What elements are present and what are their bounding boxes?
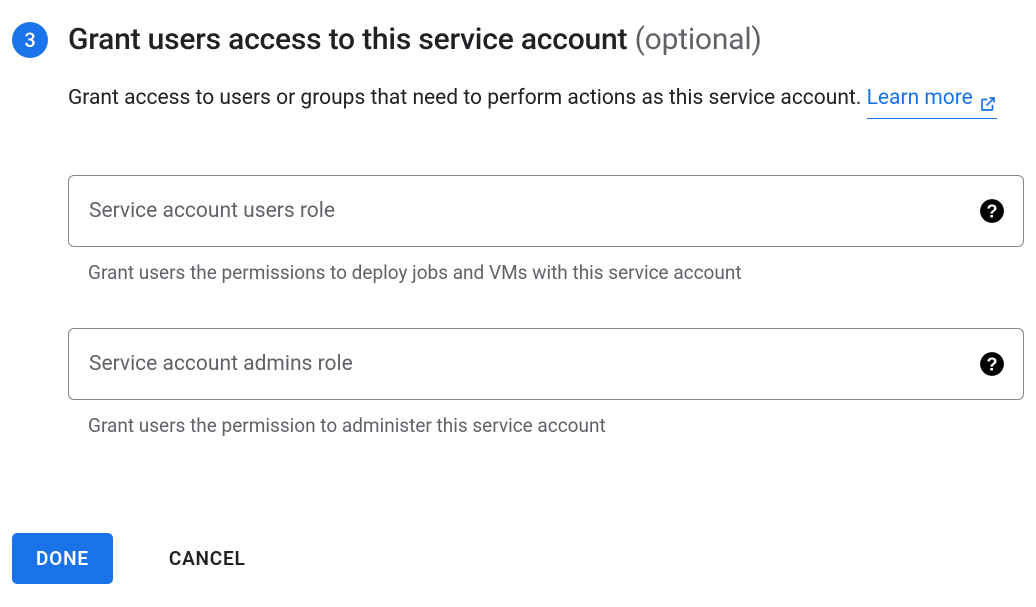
heading-title: Grant users access to this service accou…	[68, 22, 627, 57]
section-description: Grant access to users or groups that nee…	[68, 81, 1024, 119]
users-role-field-group: ? Grant users the permissions to deploy …	[68, 175, 1024, 284]
admins-role-field-group: ? Grant users the permission to administ…	[68, 328, 1024, 437]
step-number-badge: 3	[12, 22, 48, 58]
learn-more-link[interactable]: Learn more	[867, 81, 997, 119]
admins-role-field[interactable]: ?	[68, 328, 1024, 400]
svg-text:?: ?	[986, 353, 997, 374]
step-number: 3	[24, 28, 35, 52]
description-text: Grant access to users or groups that nee…	[68, 86, 861, 110]
learn-more-label: Learn more	[867, 81, 973, 117]
cancel-button[interactable]: CANCEL	[169, 547, 246, 570]
help-icon[interactable]: ?	[979, 351, 1005, 377]
users-role-hint: Grant users the permissions to deploy jo…	[68, 261, 1024, 284]
external-link-icon	[979, 90, 997, 108]
admins-role-input[interactable]	[89, 352, 963, 376]
section-heading: Grant users access to this service accou…	[68, 20, 1024, 59]
users-role-field[interactable]: ?	[68, 175, 1024, 247]
users-role-input[interactable]	[89, 199, 963, 223]
done-button[interactable]: DONE	[12, 533, 113, 584]
admins-role-hint: Grant users the permission to administer…	[68, 414, 1024, 437]
svg-text:?: ?	[986, 200, 997, 221]
action-buttons: DONE CANCEL	[12, 533, 1024, 584]
heading-optional-label: (optional)	[635, 22, 762, 57]
help-icon[interactable]: ?	[979, 198, 1005, 224]
